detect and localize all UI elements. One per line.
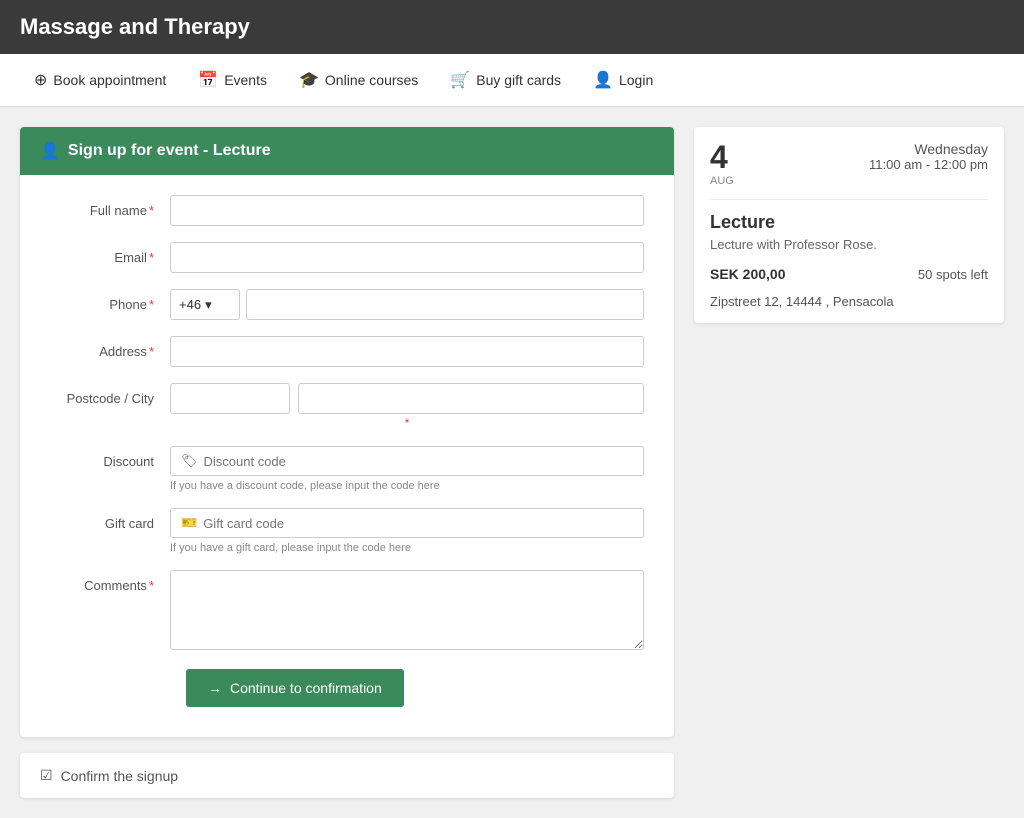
event-price: SEK 200,00 bbox=[710, 266, 786, 282]
address-input-wrap bbox=[170, 336, 644, 367]
address-row: Address* bbox=[50, 336, 644, 367]
right-panel: 4 AUG Wednesday 11:00 am - 12:00 pm Lect… bbox=[694, 127, 1004, 798]
postcode-city-inputs bbox=[170, 383, 644, 414]
event-address: Zipstreet 12, 14444 , Pensacola bbox=[710, 294, 988, 309]
app-title: Massage and Therapy bbox=[20, 14, 1004, 40]
nav-login[interactable]: 👤 Login bbox=[579, 54, 667, 106]
login-icon: 👤 bbox=[593, 70, 613, 90]
event-description: Lecture with Professor Rose. bbox=[710, 237, 988, 252]
postcode-city-wrap: * bbox=[170, 383, 644, 430]
phone-label: Phone* bbox=[50, 289, 170, 312]
form-header: 👤 Sign up for event - Lecture bbox=[20, 127, 674, 175]
email-input-wrap bbox=[170, 242, 644, 273]
discount-code-input[interactable] bbox=[204, 454, 633, 469]
postcode-input[interactable] bbox=[170, 383, 290, 414]
nav-online-courses-label: Online courses bbox=[325, 72, 418, 88]
phone-number-input[interactable] bbox=[246, 289, 644, 320]
arrow-right-icon: → bbox=[208, 680, 222, 696]
main-content: 👤 Sign up for event - Lecture Full name* bbox=[0, 107, 1024, 818]
comments-required: * bbox=[149, 578, 154, 593]
address-input[interactable] bbox=[170, 336, 644, 367]
nav-book-appointment-label: Book appointment bbox=[53, 72, 166, 88]
full-name-row: Full name* bbox=[50, 195, 644, 226]
full-name-label: Full name* bbox=[50, 195, 170, 218]
buy-gift-cards-icon: 🛒 bbox=[450, 70, 470, 90]
phone-wrap: +46 ▾ bbox=[170, 289, 644, 320]
phone-required: * bbox=[149, 297, 154, 312]
address-label: Address* bbox=[50, 336, 170, 359]
comments-textarea[interactable] bbox=[170, 570, 644, 650]
gift-card-label: Gift card bbox=[50, 508, 170, 531]
date-month: AUG bbox=[710, 175, 734, 187]
date-number: 4 bbox=[710, 141, 734, 173]
gift-card-hint: If you have a gift card, please input th… bbox=[170, 542, 644, 554]
nav-buy-gift-cards[interactable]: 🛒 Buy gift cards bbox=[436, 54, 575, 106]
event-meta: SEK 200,00 50 spots left bbox=[710, 266, 988, 282]
continue-button-label: Continue to confirmation bbox=[230, 680, 382, 696]
event-date-card: 4 AUG Wednesday 11:00 am - 12:00 pm Lect… bbox=[694, 127, 1004, 323]
confirm-icon: ☑ bbox=[40, 767, 53, 784]
discount-row: Discount 🏷 If you have a discount code, … bbox=[50, 446, 644, 492]
email-row: Email* bbox=[50, 242, 644, 273]
discount-input-wrap: 🏷 If you have a discount code, please in… bbox=[170, 446, 644, 492]
date-header: 4 AUG Wednesday 11:00 am - 12:00 pm bbox=[710, 141, 988, 200]
gift-card-row: Gift card 🎫 If you have a gift card, ple… bbox=[50, 508, 644, 554]
discount-label: Discount bbox=[50, 446, 170, 469]
gift-card-code-input[interactable] bbox=[203, 516, 633, 531]
event-spots: 50 spots left bbox=[918, 267, 988, 282]
full-name-input[interactable] bbox=[170, 195, 644, 226]
comments-label: Comments* bbox=[50, 570, 170, 593]
discount-hint: If you have a discount code, please inpu… bbox=[170, 480, 644, 492]
address-required: * bbox=[149, 344, 154, 359]
date-time: 11:00 am - 12:00 pm bbox=[869, 157, 988, 172]
email-input[interactable] bbox=[170, 242, 644, 273]
nav-events[interactable]: 📅 Events bbox=[184, 54, 281, 106]
date-day: Wednesday bbox=[869, 141, 988, 157]
city-input[interactable] bbox=[298, 383, 644, 414]
full-name-required: * bbox=[149, 203, 154, 218]
comments-row: Comments* bbox=[50, 570, 644, 653]
chevron-down-icon: ▾ bbox=[205, 297, 212, 313]
form-header-icon: 👤 bbox=[40, 141, 60, 161]
gift-card-input-wrap: 🎫 If you have a gift card, please input … bbox=[170, 508, 644, 554]
nav-online-courses[interactable]: 🎓 Online courses bbox=[285, 54, 432, 106]
phone-row: Phone* +46 ▾ bbox=[50, 289, 644, 320]
book-appointment-icon: ⊕ bbox=[34, 70, 47, 90]
signup-form-card: 👤 Sign up for event - Lecture Full name* bbox=[20, 127, 674, 737]
event-title: Lecture bbox=[710, 212, 988, 233]
app-header: Massage and Therapy bbox=[0, 0, 1024, 54]
confirm-signup-card: ☑ Confirm the signup bbox=[20, 753, 674, 798]
gift-card-code-field[interactable]: 🎫 bbox=[170, 508, 644, 538]
date-right: Wednesday 11:00 am - 12:00 pm bbox=[869, 141, 988, 172]
events-icon: 📅 bbox=[198, 70, 218, 90]
tag-icon: 🏷 bbox=[181, 453, 198, 469]
phone-code-value: +46 bbox=[179, 297, 201, 312]
confirm-label: Confirm the signup bbox=[61, 768, 179, 784]
form-header-title: Sign up for event - Lecture bbox=[68, 142, 271, 160]
form-body: Full name* Email* bbox=[20, 175, 674, 737]
gift-card-icon: 🎫 bbox=[181, 515, 197, 531]
discount-code-field[interactable]: 🏷 bbox=[170, 446, 644, 476]
nav-events-label: Events bbox=[224, 72, 267, 88]
postcode-city-label: Postcode / City bbox=[50, 383, 170, 406]
continue-button[interactable]: → Continue to confirmation bbox=[186, 669, 404, 707]
nav-login-label: Login bbox=[619, 72, 653, 88]
postcode-required-star: * bbox=[170, 416, 644, 430]
comments-input-wrap bbox=[170, 570, 644, 653]
full-name-input-wrap bbox=[170, 195, 644, 226]
email-required: * bbox=[149, 250, 154, 265]
online-courses-icon: 🎓 bbox=[299, 70, 319, 90]
date-num-wrap: 4 AUG bbox=[710, 141, 734, 187]
email-label: Email* bbox=[50, 242, 170, 265]
postcode-city-row: Postcode / City * bbox=[50, 383, 644, 430]
phone-input-wrap: +46 ▾ bbox=[170, 289, 644, 320]
nav-buy-gift-cards-label: Buy gift cards bbox=[476, 72, 561, 88]
phone-code-selector[interactable]: +46 ▾ bbox=[170, 289, 240, 320]
main-nav: ⊕ Book appointment 📅 Events 🎓 Online cou… bbox=[0, 54, 1024, 107]
nav-book-appointment[interactable]: ⊕ Book appointment bbox=[20, 54, 180, 106]
